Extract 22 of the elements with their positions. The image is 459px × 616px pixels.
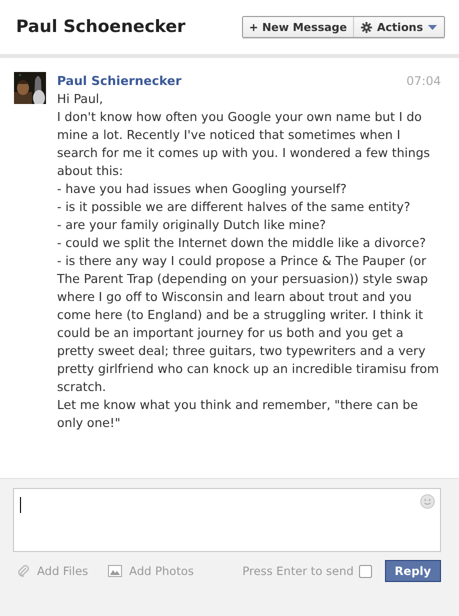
reply-field[interactable] xyxy=(13,488,441,552)
new-message-button[interactable]: + New Message xyxy=(243,17,353,37)
message-text: - is it possible we are different halves of the same entity? xyxy=(57,199,412,216)
reply-button[interactable]: Reply xyxy=(384,560,441,582)
paperclip-icon xyxy=(17,564,30,578)
actions-button[interactable]: Actions xyxy=(353,17,444,37)
message-text: - are your family originally Dutch like mine? xyxy=(57,217,327,234)
message-text: - have you had issues when Googling yourself? xyxy=(57,181,348,198)
image-icon xyxy=(108,565,122,577)
message-text: - could we split the Internet down the middle like a divorce? xyxy=(57,235,427,252)
message-text: - is there any way I could propose a Prince & The Pauper (or The Parent Trap (depending on your persuasion)) style swap where I go off to Wisconsin and learn about trout and you come here (to England) and be a struggling writer. I think it could be an important journey for us both and you get a pretty sweet deal; three guitars, two typewriters and a very pretty girlfriend who can knock up an incredible tiramisu from scratch. xyxy=(57,253,440,396)
message-text: Let me know what you think and remember, "there can be only one!" xyxy=(57,397,419,432)
gear-icon xyxy=(361,22,372,32)
smiley-icon[interactable] xyxy=(420,494,435,509)
conversation-title: Paul Schoenecker xyxy=(16,17,186,37)
message-time: 07:04 xyxy=(406,73,441,90)
sender-name[interactable]: Paul Schiernecker xyxy=(57,72,182,90)
message-text: Hi Paul, xyxy=(57,91,104,108)
caret-icon xyxy=(428,24,437,30)
press-enter-label: Press Enter to send xyxy=(242,564,354,578)
press-enter-checkbox[interactable] xyxy=(358,564,372,578)
message-text: I don't know how often you Google your own name but I do mine a lot. Recently I've noticed that sometimes when I search for me it comes up with you. I wondered a few things about this: xyxy=(57,109,431,180)
